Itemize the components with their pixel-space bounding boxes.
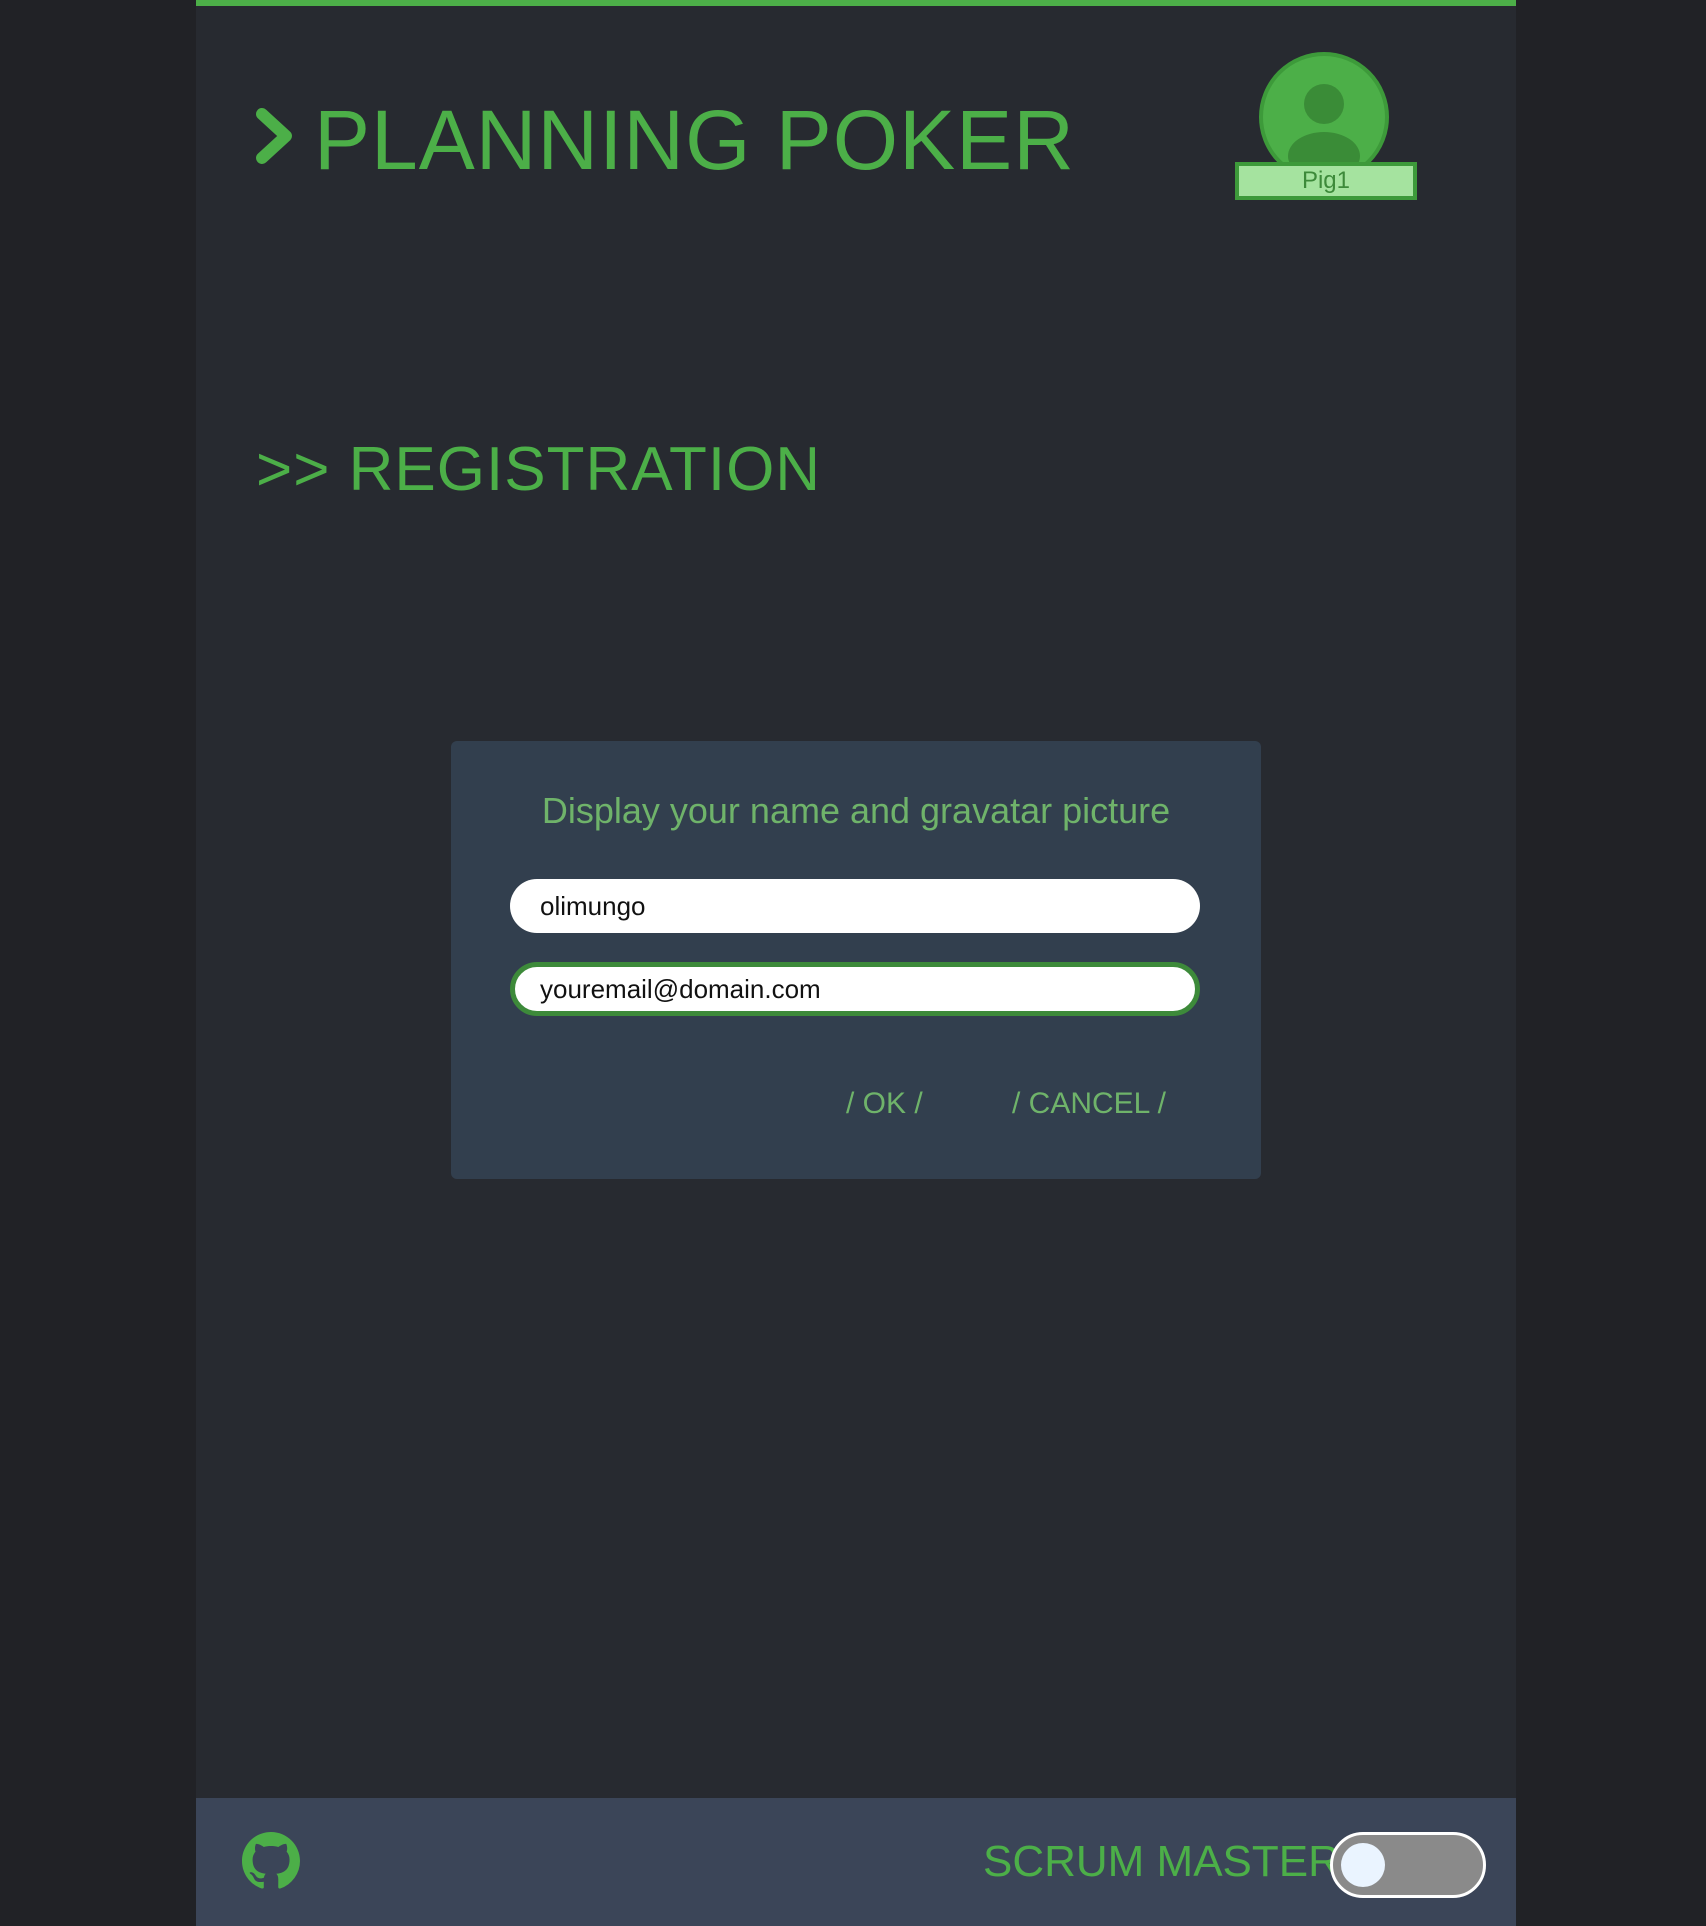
ok-button[interactable]: / OK / (846, 1086, 923, 1122)
email-input[interactable] (510, 962, 1200, 1016)
scrum-master-toggle[interactable] (1330, 1832, 1486, 1898)
registration-heading: >> REGISTRATION (256, 435, 822, 504)
user-name-badge: Pig1 (1235, 162, 1417, 200)
toggle-knob (1341, 1843, 1385, 1887)
app-title: PLANNING POKER (314, 93, 1075, 187)
chevron-right-icon (256, 108, 292, 164)
scrum-master-label: SCRUM MASTER (983, 1837, 1340, 1886)
footer-bar: SCRUM MASTER (196, 1798, 1516, 1926)
registration-dialog: Display your name and gravatar picture /… (451, 741, 1261, 1179)
user-avatar-card[interactable]: Pig1 (1235, 52, 1417, 202)
app-container: PLANNING POKER Pig1 >> REGISTRATION Disp… (196, 0, 1516, 1926)
github-icon[interactable] (242, 1832, 300, 1890)
name-input[interactable] (510, 879, 1200, 933)
cancel-button[interactable]: / CANCEL / (1012, 1086, 1166, 1122)
dialog-title: Display your name and gravatar picture (541, 790, 1171, 831)
